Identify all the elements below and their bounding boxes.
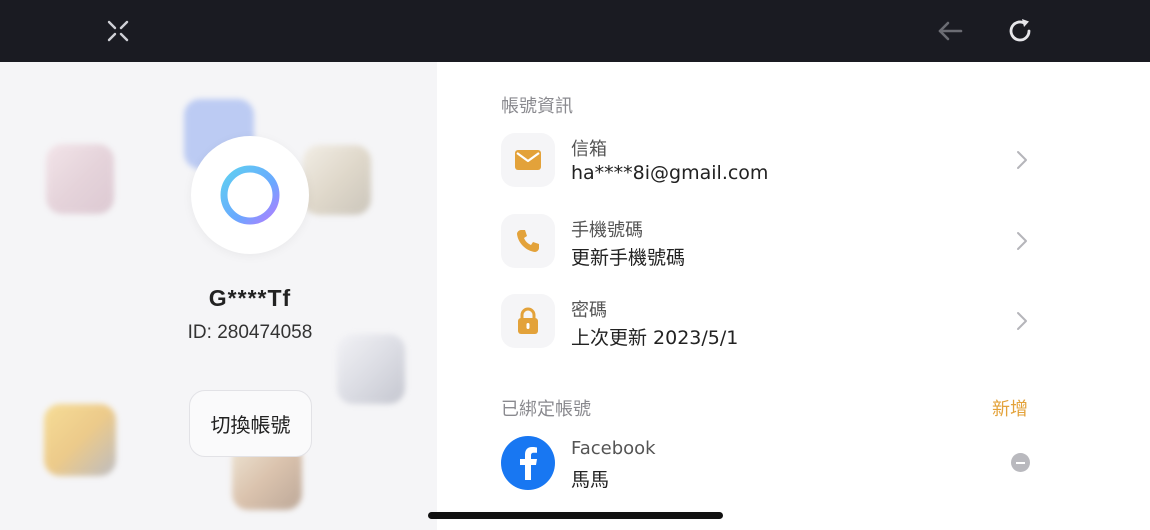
lock-icon [501, 294, 555, 348]
back-arrow-icon[interactable] [932, 13, 968, 49]
facebook-account-name: 馬馬 [571, 469, 610, 491]
password-value: 上次更新 2023/5/1 [571, 327, 739, 349]
account-panel: 帳號資訊 信箱 ha****8i@gmail.com 手機號碼 更新手機號碼 密… [437, 62, 1150, 530]
chevron-right-icon [1017, 151, 1027, 169]
email-row[interactable]: 信箱 ha****8i@gmail.com [501, 133, 1101, 189]
email-value: ha****8i@gmail.com [571, 162, 769, 184]
mail-icon [501, 133, 555, 187]
top-bar [0, 0, 1150, 62]
home-indicator [428, 512, 723, 519]
section-title-bound-accounts: 已綁定帳號 [501, 399, 591, 420]
refresh-icon[interactable] [1002, 13, 1038, 49]
email-label: 信箱 [571, 139, 607, 160]
phone-row[interactable]: 手機號碼 更新手機號碼 [501, 214, 1101, 270]
profile-panel: G****Tf ID: 280474058 切換帳號 [0, 62, 437, 530]
switch-account-button[interactable]: 切換帳號 [189, 390, 312, 457]
phone-icon [501, 214, 555, 268]
username: G****Tf [208, 285, 292, 311]
close-icon[interactable] [100, 13, 136, 49]
chevron-right-icon [1017, 232, 1027, 250]
remove-account-icon[interactable] [1011, 453, 1030, 472]
chevron-right-icon [1017, 312, 1027, 330]
blurred-game-icon [303, 145, 371, 215]
facebook-icon [501, 436, 555, 490]
password-label: 密碼 [571, 300, 607, 321]
section-title-account-info: 帳號資訊 [501, 96, 573, 117]
user-id: ID: 280474058 [187, 322, 313, 343]
add-bound-account-link[interactable]: 新增 [992, 395, 1028, 421]
phone-label: 手機號碼 [571, 220, 643, 241]
blurred-game-icon [46, 144, 114, 214]
phone-value: 更新手機號碼 [571, 247, 686, 269]
avatar [191, 136, 309, 254]
facebook-provider-label: Facebook [571, 438, 656, 459]
facebook-row: Facebook 馬馬 [501, 436, 1101, 492]
blurred-game-icon [44, 404, 116, 476]
blurred-game-icon [337, 334, 405, 404]
password-row[interactable]: 密碼 上次更新 2023/5/1 [501, 294, 1101, 350]
